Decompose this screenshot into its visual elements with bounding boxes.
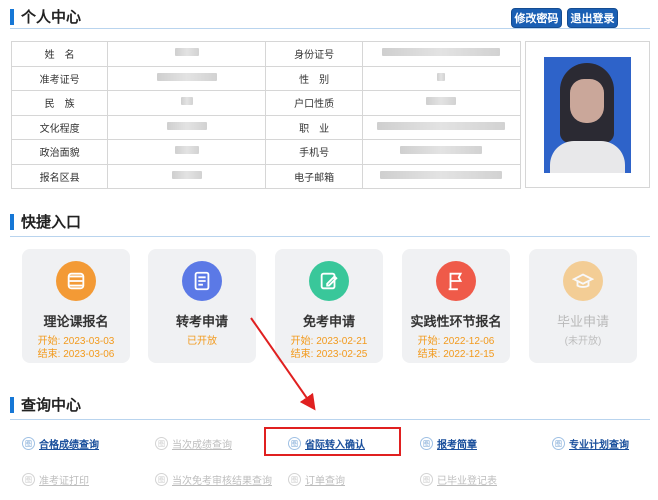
query-link-label[interactable]: 合格成绩查询 bbox=[39, 436, 99, 451]
section-accent-bar bbox=[10, 8, 14, 25]
query-link-0[interactable]: 图合格成绩查询 bbox=[22, 436, 99, 451]
query-link-label[interactable]: 已毕业登记表 bbox=[437, 472, 497, 487]
section-divider bbox=[10, 28, 650, 29]
query-section-title: 查询中心 bbox=[21, 397, 82, 414]
field-value bbox=[107, 41, 267, 67]
query-link-6[interactable]: 图当次免考审核结果查询 bbox=[155, 472, 272, 487]
query-link-8[interactable]: 图已毕业登记表 bbox=[420, 472, 497, 487]
section-divider bbox=[10, 236, 650, 237]
field-value bbox=[107, 90, 267, 116]
section-accent-bar bbox=[10, 213, 14, 230]
query-section-header: 查询中心 bbox=[10, 394, 81, 415]
quick-card-title: 实践性环节报名 bbox=[410, 314, 502, 329]
query-link-label[interactable]: 当次成绩查询 bbox=[172, 436, 232, 451]
field-label: 性 别 bbox=[265, 65, 363, 91]
query-link-label[interactable]: 订单查询 bbox=[305, 472, 345, 487]
field-label: 手机号 bbox=[265, 139, 363, 165]
quick-card-0[interactable]: 理论课报名开始: 2023-03-03 结束: 2023-03-06 bbox=[22, 249, 130, 363]
quick-card-start: 开始: 2023-02-21 bbox=[290, 336, 368, 347]
field-value bbox=[361, 163, 522, 189]
quick-card-start: 已开放 bbox=[187, 336, 217, 347]
quick-card-title: 理论课报名 bbox=[43, 314, 109, 329]
query-link-5[interactable]: 图准考证打印 bbox=[22, 472, 89, 487]
quick-card-3[interactable]: 实践性环节报名开始: 2022-12-06 结束: 2022-12-15 bbox=[402, 249, 510, 363]
field-value bbox=[361, 65, 522, 91]
field-label: 电子邮箱 bbox=[265, 163, 363, 189]
document-icon bbox=[182, 261, 222, 301]
quick-card-title: 毕业申请 bbox=[556, 314, 609, 329]
field-label: 户口性质 bbox=[265, 90, 363, 116]
field-label: 政治面貌 bbox=[10, 139, 109, 165]
quick-card-end: 结束: 2023-02-25 bbox=[290, 349, 368, 360]
logout-button[interactable]: 退出登录 bbox=[567, 8, 618, 28]
document-icon: 图 bbox=[552, 437, 565, 450]
document-icon: 图 bbox=[420, 437, 433, 450]
query-link-4[interactable]: 图专业计划查询 bbox=[552, 436, 629, 451]
document-icon: 图 bbox=[288, 473, 301, 486]
quick-card-start: 开始: 2023-03-03 bbox=[37, 336, 115, 347]
query-link-label[interactable]: 当次免考审核结果查询 bbox=[172, 472, 272, 487]
query-link-7[interactable]: 图订单查询 bbox=[288, 472, 345, 487]
query-link-label[interactable]: 准考证打印 bbox=[39, 472, 89, 487]
profile-info-table: 姓 名 身份证号准考证号 性 别民 族 户口性质文化程度 职 业政治面貌 手机号报名区县 电… bbox=[10, 41, 522, 189]
edit-icon bbox=[309, 261, 349, 301]
field-value bbox=[107, 114, 267, 140]
quick-card-start: 开始: 2022-12-06 bbox=[417, 336, 495, 347]
quick-section-title: 快捷入口 bbox=[21, 214, 82, 231]
field-value bbox=[361, 139, 522, 165]
field-label: 文化程度 bbox=[10, 114, 109, 140]
document-icon: 图 bbox=[155, 473, 168, 486]
query-link-label[interactable]: 专业计划查询 bbox=[569, 436, 629, 451]
section-accent-bar bbox=[10, 396, 14, 413]
quick-section-header: 快捷入口 bbox=[10, 211, 81, 232]
field-label: 身份证号 bbox=[265, 41, 363, 67]
photo-frame bbox=[525, 41, 650, 188]
field-value bbox=[107, 139, 267, 165]
query-link-label[interactable]: 报考简章 bbox=[437, 436, 477, 451]
highlight-box bbox=[264, 427, 401, 456]
quick-card-end: 结束: 2022-12-15 bbox=[417, 349, 495, 360]
field-label: 报名区县 bbox=[10, 163, 109, 189]
document-icon: 图 bbox=[155, 437, 168, 450]
profile-section-title: 个人中心 bbox=[21, 9, 82, 26]
field-label: 准考证号 bbox=[10, 65, 109, 91]
flag-icon bbox=[436, 261, 476, 301]
quick-card-2[interactable]: 免考申请开始: 2023-02-21 结束: 2023-02-25 bbox=[275, 249, 383, 363]
quick-card-title: 转考申请 bbox=[175, 314, 228, 329]
query-link-1[interactable]: 图当次成绩查询 bbox=[155, 436, 232, 451]
document-icon: 图 bbox=[420, 473, 433, 486]
quick-card-start: (未开放) bbox=[564, 336, 602, 347]
query-link-3[interactable]: 图报考简章 bbox=[420, 436, 477, 451]
field-value bbox=[107, 163, 267, 189]
quick-card-title: 免考申请 bbox=[302, 314, 355, 329]
avatar bbox=[544, 57, 631, 173]
field-value bbox=[361, 90, 522, 116]
graduation-cap-icon bbox=[563, 261, 603, 301]
field-value bbox=[361, 41, 522, 67]
field-value bbox=[361, 114, 522, 140]
field-label: 职 业 bbox=[265, 114, 363, 140]
quick-card-end: 结束: 2023-03-06 bbox=[37, 349, 115, 360]
quick-card-4[interactable]: 毕业申请 (未开放) bbox=[529, 249, 637, 363]
quick-card-1[interactable]: 转考申请 已开放 bbox=[148, 249, 256, 363]
document-icon: 图 bbox=[22, 473, 35, 486]
layers-icon bbox=[56, 261, 96, 301]
change-password-button[interactable]: 修改密码 bbox=[511, 8, 562, 28]
section-divider bbox=[10, 419, 650, 420]
field-label: 姓 名 bbox=[10, 41, 109, 67]
profile-section-header: 个人中心 bbox=[10, 6, 81, 27]
field-value bbox=[107, 65, 267, 91]
document-icon: 图 bbox=[22, 437, 35, 450]
field-label: 民 族 bbox=[10, 90, 109, 116]
